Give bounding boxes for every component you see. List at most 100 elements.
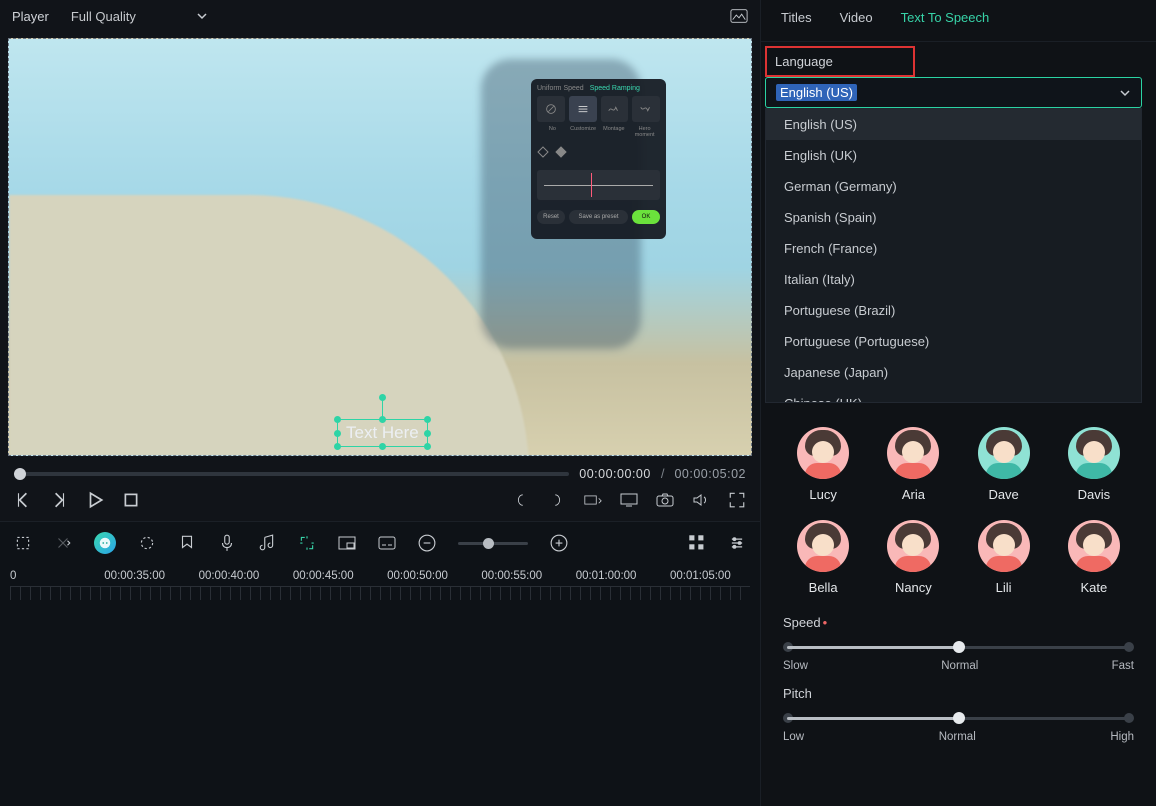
overlay-tab-ramping[interactable]: Speed Ramping <box>590 85 640 92</box>
preset-label: No <box>537 126 568 138</box>
required-dot: • <box>823 615 828 630</box>
stop-button[interactable] <box>122 491 140 509</box>
scrub-bar[interactable] <box>14 472 569 476</box>
speed-ramping-overlay[interactable]: Uniform Speed Speed Ramping No Customize… <box>531 79 666 239</box>
preset-customize[interactable] <box>569 96 597 122</box>
tab-text-to-speech[interactable]: Text To Speech <box>901 10 990 31</box>
display-button[interactable] <box>620 491 638 509</box>
camera-snapshot-button[interactable] <box>656 491 674 509</box>
zoom-knob[interactable] <box>483 538 494 549</box>
zoom-out-button[interactable] <box>418 534 436 552</box>
language-label: Language <box>775 54 833 69</box>
zoom-in-button[interactable] <box>550 534 568 552</box>
pip-tool-icon[interactable] <box>338 534 356 552</box>
grid-view-icon[interactable] <box>688 534 706 552</box>
speed-slider[interactable] <box>783 640 1134 654</box>
title-text[interactable]: Text Here <box>346 423 419 442</box>
language-option[interactable]: English (UK) <box>766 140 1141 171</box>
avatar-icon <box>797 427 849 479</box>
auto-reframe-icon[interactable] <box>298 534 316 552</box>
speed-knob[interactable] <box>953 641 965 653</box>
resize-handle[interactable] <box>424 416 431 423</box>
keyframe-tool-icon[interactable] <box>138 534 156 552</box>
resize-handle[interactable] <box>334 416 341 423</box>
language-option[interactable]: French (France) <box>766 233 1141 264</box>
preset-label: Hero moment <box>629 126 660 138</box>
preview-canvas[interactable]: Uniform Speed Speed Ramping No Customize… <box>8 38 752 456</box>
overlay-reset-button[interactable]: Reset <box>537 210 565 224</box>
tab-video[interactable]: Video <box>840 10 873 31</box>
subtitle-tool-icon[interactable] <box>378 534 396 552</box>
music-tool-icon[interactable] <box>258 534 276 552</box>
language-option[interactable]: Japanese (Japan) <box>766 357 1141 388</box>
voice-nancy[interactable]: Nancy <box>873 520 953 595</box>
preset-montage[interactable] <box>601 96 629 122</box>
timeline-ruler[interactable] <box>10 586 750 600</box>
voice-name: Aria <box>902 487 925 502</box>
scrub-handle[interactable] <box>14 468 26 480</box>
voice-dave[interactable]: Dave <box>964 427 1044 502</box>
mic-tool-icon[interactable] <box>218 534 236 552</box>
zoom-slider[interactable] <box>458 542 528 545</box>
mark-out-icon[interactable] <box>548 491 566 509</box>
resize-handle[interactable] <box>334 443 341 450</box>
language-option[interactable]: Italian (Italy) <box>766 264 1141 295</box>
voice-lucy[interactable]: Lucy <box>783 427 863 502</box>
ratio-select[interactable] <box>584 491 602 509</box>
language-select[interactable]: English (US) <box>765 77 1142 108</box>
player-title: Player <box>12 9 49 24</box>
overlay-tab-uniform[interactable]: Uniform Speed <box>537 85 584 92</box>
overlay-ok-button[interactable]: OK <box>632 210 660 224</box>
edit-tool-icon[interactable] <box>14 534 32 552</box>
language-dropdown[interactable]: English (US) English (UK) German (German… <box>765 108 1142 403</box>
title-text-object[interactable]: Text Here <box>337 419 428 447</box>
fullscreen-button[interactable] <box>728 491 746 509</box>
language-option[interactable]: Spanish (Spain) <box>766 202 1141 233</box>
voice-lili[interactable]: Lili <box>964 520 1044 595</box>
timecode-current: 00:00:00:00 <box>579 467 651 481</box>
quality-select[interactable]: Full Quality <box>71 9 208 24</box>
avatar-icon <box>797 520 849 572</box>
snapshot-toggle-icon[interactable] <box>730 7 748 25</box>
prev-frame-button[interactable] <box>14 491 32 509</box>
play-button[interactable] <box>86 491 104 509</box>
mark-in-icon[interactable] <box>512 491 530 509</box>
ai-assistant-icon[interactable] <box>94 532 116 554</box>
preset-hero[interactable] <box>632 96 660 122</box>
resize-handle[interactable] <box>424 443 431 450</box>
voice-bella[interactable]: Bella <box>783 520 863 595</box>
language-selected: English (US) <box>776 84 857 101</box>
voice-kate[interactable]: Kate <box>1054 520 1134 595</box>
resize-handle[interactable] <box>379 416 386 423</box>
next-frame-button[interactable] <box>50 491 68 509</box>
settings-tool-icon[interactable] <box>728 534 746 552</box>
language-option[interactable]: Chinese (HK) <box>766 388 1141 403</box>
more-tool-icon[interactable] <box>54 534 72 552</box>
speed-mark-normal: Normal <box>941 660 978 672</box>
timecode-duration: 00:00:05:02 <box>674 467 746 481</box>
language-option[interactable]: German (Germany) <box>766 171 1141 202</box>
ramping-graph[interactable] <box>537 170 660 200</box>
time-label: 0 <box>10 570 90 582</box>
pitch-mark-normal: Normal <box>939 731 976 743</box>
language-option[interactable]: Portuguese (Portuguese) <box>766 326 1141 357</box>
tab-titles[interactable]: Titles <box>781 10 812 31</box>
preset-none[interactable] <box>537 96 565 122</box>
language-option[interactable]: Portuguese (Brazil) <box>766 295 1141 326</box>
time-label: 00:01:00:00 <box>576 570 656 582</box>
marker-tool-icon[interactable] <box>178 534 196 552</box>
timeline[interactable]: 0 00:00:35:00 00:00:40:00 00:00:45:00 00… <box>0 564 760 806</box>
resize-handle[interactable] <box>334 430 341 437</box>
language-option[interactable]: English (US) <box>766 109 1141 140</box>
keyframe-add-icon[interactable] <box>537 146 549 158</box>
keyframe-del-icon[interactable] <box>555 146 567 158</box>
pitch-knob[interactable] <box>953 712 965 724</box>
overlay-save-preset-button[interactable]: Save as preset <box>569 210 628 224</box>
voice-davis[interactable]: Davis <box>1054 427 1134 502</box>
voice-aria[interactable]: Aria <box>873 427 953 502</box>
time-label: 00:00:50:00 <box>387 570 467 582</box>
resize-handle[interactable] <box>424 430 431 437</box>
speed-label: Speed <box>783 615 821 630</box>
pitch-slider[interactable] <box>783 711 1134 725</box>
volume-button[interactable] <box>692 491 710 509</box>
